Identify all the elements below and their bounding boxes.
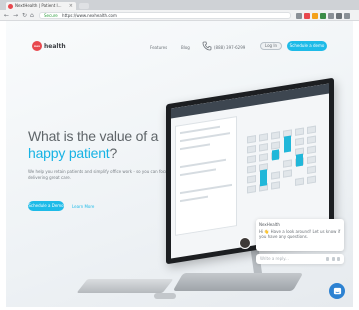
extension-icon[interactable] [304, 13, 310, 19]
learn-more-link[interactable]: Learn More [72, 204, 94, 209]
calendar-cell [307, 145, 316, 154]
chat-launcher-button[interactable] [329, 283, 345, 299]
forward-icon[interactable]: → [13, 12, 18, 19]
browser-menu-icon[interactable] [344, 13, 350, 19]
gif-icon[interactable] [326, 257, 329, 261]
screen-app-header [171, 83, 329, 119]
keyboard-illustration [76, 279, 174, 293]
screen-left-panel [175, 116, 237, 236]
chat-reply-input[interactable]: Write a reply... [256, 254, 344, 264]
nav-link-features[interactable]: Features [150, 45, 167, 50]
screen-text-line [180, 143, 210, 151]
tab-close-icon[interactable]: × [69, 2, 73, 10]
hero-highlight: happy patient [28, 145, 110, 161]
calendar-appointment-block [260, 169, 267, 187]
schedule-demo-button[interactable]: Schedule a demo [287, 41, 327, 51]
logo-text: health [44, 42, 66, 50]
calendar-cell [307, 175, 316, 184]
extension-icon[interactable] [312, 13, 318, 19]
browser-tab[interactable]: NextHealth | Patient I... × [6, 2, 76, 10]
calendar-cell [307, 125, 316, 134]
url-bar[interactable]: Secure https://www.nexhealth.com [39, 12, 291, 19]
screen-text-line [180, 183, 232, 195]
calendar-cell [295, 127, 304, 136]
calendar-cell [247, 175, 256, 184]
calendar-cell [259, 143, 268, 152]
calendar-cell [307, 135, 316, 144]
hero-subtitle: We help you retain patients and simplify… [28, 169, 176, 180]
attachment-icon[interactable] [337, 257, 340, 261]
chat-bubble-icon [333, 287, 341, 294]
phone-icon [202, 41, 212, 51]
calendar-cell [247, 135, 256, 144]
login-button[interactable]: Log In [260, 42, 282, 50]
bookmark-star-icon[interactable] [296, 13, 302, 19]
calendar-cell [259, 153, 268, 162]
calendar-cell [307, 155, 316, 164]
calendar-cell [295, 137, 304, 146]
nav-link-blog[interactable]: Blog [181, 45, 190, 50]
computer-base [172, 273, 304, 291]
screen-text-line [180, 125, 220, 135]
calendar-cell [259, 133, 268, 142]
screen-text-line [180, 132, 230, 143]
calendar-cell [247, 145, 256, 154]
extension-icon[interactable] [320, 13, 326, 19]
chat-message-body: Have a look around! Let us know if you h… [259, 229, 341, 239]
home-icon[interactable]: ⌂ [30, 12, 34, 19]
screen-text-line [180, 168, 216, 177]
calendar-appointment-block [284, 135, 291, 153]
calendar-appointment-block [272, 149, 279, 161]
calendar-cell [271, 131, 280, 140]
window-frame-left [0, 21, 6, 307]
url-text: https://www.nexhealth.com [62, 13, 117, 18]
chat-sender-name: NexHealth [259, 222, 280, 227]
chat-agent-avatar [239, 237, 251, 249]
extension-icon[interactable] [336, 13, 342, 19]
secure-lock-label: Secure [44, 13, 58, 18]
logo[interactable]: nex health [32, 41, 66, 51]
screen-text-line [180, 195, 208, 203]
hero-title-line1: What is the value of a [28, 128, 159, 144]
emoji-icon[interactable] [331, 257, 335, 261]
favicon-icon [8, 3, 13, 9]
tab-title: NextHealth | Patient I... [15, 3, 62, 8]
webpage: nex health Features Blog (888) 397-6299 … [6, 21, 353, 307]
chat-reply-placeholder: Write a reply... [260, 256, 289, 261]
calendar-cell [283, 159, 292, 168]
calendar-cell [247, 155, 256, 164]
calendar-appointment-block [296, 153, 303, 167]
browser-tab-bar: NextHealth | Patient I... × [0, 0, 359, 10]
calendar-cell [247, 185, 256, 194]
calendar-cell [307, 165, 316, 174]
chat-message-text: Hi 👋 Have a look around! Let us know if … [259, 229, 341, 239]
chat-input-actions [326, 257, 340, 261]
chat-message-card[interactable]: NexHealth Hi 👋 Have a look around! Let u… [256, 219, 344, 251]
extension-icon[interactable] [328, 13, 334, 19]
calendar-cell [283, 169, 292, 178]
new-tab-button[interactable] [79, 3, 89, 9]
logo-mark: nex [32, 41, 42, 51]
mouse-illustration [154, 293, 176, 299]
back-icon[interactable]: ← [4, 12, 9, 19]
hero-title-line2: happy patient? [28, 145, 117, 161]
browser-toolbar: ← → ↻ ⌂ Secure https://www.nexhealth.com [0, 10, 359, 21]
hero-schedule-demo-button[interactable]: Schedule a Demo [28, 201, 64, 211]
calendar-cell [271, 181, 280, 190]
calendar-cell [247, 165, 256, 174]
calendar-cell [271, 171, 280, 180]
screen-text-line [180, 158, 226, 169]
phone-number[interactable]: (888) 397-6299 [214, 45, 245, 50]
calendar-cell [295, 177, 304, 186]
window-frame-right [353, 21, 359, 307]
hero-question-mark: ? [109, 145, 118, 161]
reload-icon[interactable]: ↻ [22, 12, 27, 19]
